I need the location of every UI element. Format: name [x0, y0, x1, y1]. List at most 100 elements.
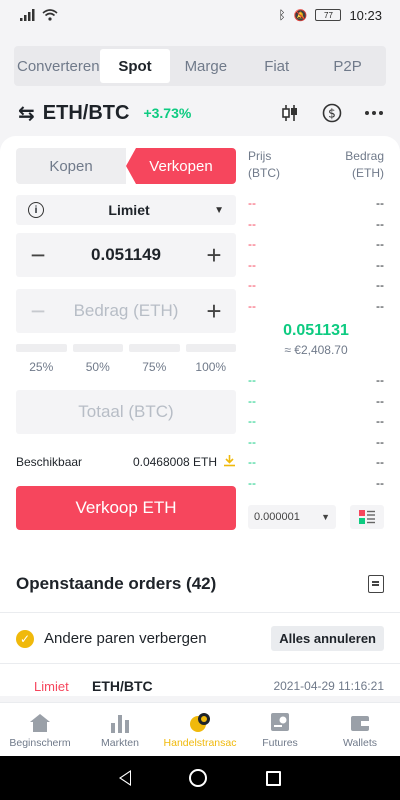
available-balance: Beschikbaar 0.0468008 ETH: [16, 454, 236, 470]
pair-change: +3.73%: [143, 105, 192, 121]
pct-50-label: 50%: [85, 360, 110, 374]
bid-row[interactable]: -- --: [248, 411, 384, 432]
candlestick-chart-icon[interactable]: [280, 103, 300, 123]
svg-text:$: $: [328, 107, 336, 121]
back-icon[interactable]: [119, 770, 132, 786]
open-order-row[interactable]: Limiet ETH/BTC 2021-04-29 11:16:21: [16, 678, 384, 694]
ask-row[interactable]: -- --: [248, 275, 384, 296]
price-decrease-button[interactable]: −: [26, 242, 50, 268]
bid-row[interactable]: -- --: [248, 452, 384, 473]
tab-fiat[interactable]: Fiat: [241, 49, 312, 83]
pct-25-label: 25%: [29, 360, 54, 374]
amount-decrease-button[interactable]: −: [26, 298, 50, 324]
nav-label: Wallets: [342, 736, 378, 749]
price-stepper: − 0.051149 +: [16, 233, 236, 277]
orderbook-bids: -- -- -- -- -- -- -- -- -- -- -- --: [248, 370, 384, 493]
bid-row[interactable]: -- --: [248, 473, 384, 494]
ask-row[interactable]: -- --: [248, 255, 384, 276]
divider: [0, 663, 400, 664]
available-label: Beschikbaar: [16, 455, 83, 469]
pct-100[interactable]: 100%: [185, 344, 236, 374]
bid-row[interactable]: -- --: [248, 432, 384, 453]
ask-row[interactable]: -- --: [248, 193, 384, 214]
order-time: 2021-04-29 11:16:21: [273, 679, 384, 693]
orderbook-view-toggle[interactable]: [350, 505, 384, 529]
sell-eth-button[interactable]: Verkoop ETH: [16, 486, 236, 530]
amount-stepper: − Bedrag (ETH) +: [16, 289, 236, 333]
system-nav-bar: [0, 756, 400, 800]
ask-row[interactable]: -- --: [248, 234, 384, 255]
caret-down-icon: ▼: [214, 204, 224, 216]
precision-value: 0.000001: [254, 511, 300, 523]
amount-input[interactable]: Bedrag (ETH): [50, 301, 202, 321]
pair-header: ⇆ ETH/BTC +3.73% $: [18, 98, 384, 128]
more-options-icon[interactable]: [364, 103, 384, 123]
order-type-select[interactable]: i Limiet ▼: [16, 195, 236, 225]
nav-markets[interactable]: Markten: [80, 703, 160, 756]
order-history-icon[interactable]: [368, 575, 384, 593]
tab-p2p[interactable]: P2P: [312, 49, 383, 83]
pair-name[interactable]: ETH/BTC: [43, 102, 130, 125]
side-toggle: Kopen Verkopen: [16, 148, 236, 184]
bid-row[interactable]: -- --: [248, 370, 384, 391]
nav-label: Beginscherm: [9, 736, 71, 749]
nav-label: Handelstransac: [163, 736, 237, 749]
pct-75-label: 75%: [142, 360, 167, 374]
orderbook-last-price[interactable]: 0.051131 ≈ €2,408.70: [248, 322, 384, 357]
trade-mode-tabs: Converteren Spot Marge Fiat P2P: [14, 46, 386, 86]
fiat-price: ≈ €2,408.70: [284, 343, 348, 357]
markets-icon: [108, 711, 132, 733]
orderbook-asks: -- -- -- -- -- -- -- -- -- -- -- --: [248, 193, 384, 316]
nav-label: Markten: [101, 736, 139, 749]
order-pair: ETH/BTC: [92, 678, 153, 694]
trade-icon: [188, 711, 212, 733]
bluetooth-icon: ᛒ: [278, 8, 286, 22]
mute-icon: 🔕: [293, 9, 308, 22]
cancel-all-button[interactable]: Alles annuleren: [271, 626, 384, 651]
dollar-circle-icon[interactable]: $: [322, 103, 342, 123]
signal-icon: [20, 9, 35, 21]
precision-select[interactable]: 0.000001 ▼: [248, 505, 336, 529]
recent-apps-icon[interactable]: [265, 770, 281, 786]
last-price: 0.051131: [283, 322, 349, 339]
bid-row[interactable]: -- --: [248, 391, 384, 412]
hide-other-pairs-label[interactable]: Andere paren verbergen: [44, 630, 207, 647]
trade-panel: Kopen Verkopen i Limiet ▼ − 0.051149 + −…: [0, 136, 400, 696]
sell-tab[interactable]: Verkopen: [126, 148, 236, 184]
price-increase-button[interactable]: +: [202, 242, 226, 268]
wallet-icon: [348, 711, 372, 733]
nav-trade[interactable]: Handelstransac: [160, 703, 240, 756]
info-icon[interactable]: i: [28, 202, 44, 218]
ask-row[interactable]: -- --: [248, 214, 384, 235]
hide-other-pairs-row: ✓ Andere paren verbergen Alles annuleren: [16, 626, 384, 651]
divider: [0, 612, 400, 613]
price-column-header: Prijs (BTC): [248, 149, 280, 180]
pct-50[interactable]: 50%: [72, 344, 123, 374]
amount-increase-button[interactable]: +: [202, 298, 226, 324]
pct-25[interactable]: 25%: [16, 344, 67, 374]
nav-futures[interactable]: Futures: [240, 703, 320, 756]
deposit-icon[interactable]: [223, 454, 236, 470]
status-bar: ᛒ 🔕 77 10:23: [0, 0, 400, 30]
tab-spot[interactable]: Spot: [99, 49, 171, 83]
orderbook-header: Prijs (BTC) Bedrag (ETH): [248, 148, 384, 182]
open-orders-header: Openstaande orders (42): [16, 574, 384, 594]
tab-marge[interactable]: Marge: [170, 49, 241, 83]
nav-home[interactable]: Beginscherm: [0, 703, 80, 756]
pct-75[interactable]: 75%: [129, 344, 180, 374]
checkbox-checked-icon[interactable]: ✓: [16, 629, 34, 648]
buy-tab[interactable]: Kopen: [16, 148, 126, 184]
ask-row[interactable]: -- --: [248, 296, 384, 317]
home-icon: [28, 711, 52, 733]
tab-converteren[interactable]: Converteren: [17, 49, 100, 83]
home-circle-icon[interactable]: [189, 769, 208, 787]
orderbook-layout-icon: [359, 510, 375, 524]
swap-pair-icon[interactable]: ⇆: [18, 101, 35, 126]
pct-100-label: 100%: [195, 360, 227, 374]
nav-wallets[interactable]: Wallets: [320, 703, 400, 756]
total-input[interactable]: Totaal (BTC): [16, 390, 236, 434]
bottom-nav: Beginscherm Markten Handelstransac Futur…: [0, 702, 400, 756]
clock: 10:23: [349, 7, 382, 23]
open-orders-title[interactable]: Openstaande orders (42): [16, 574, 216, 594]
price-input[interactable]: 0.051149: [50, 245, 202, 265]
